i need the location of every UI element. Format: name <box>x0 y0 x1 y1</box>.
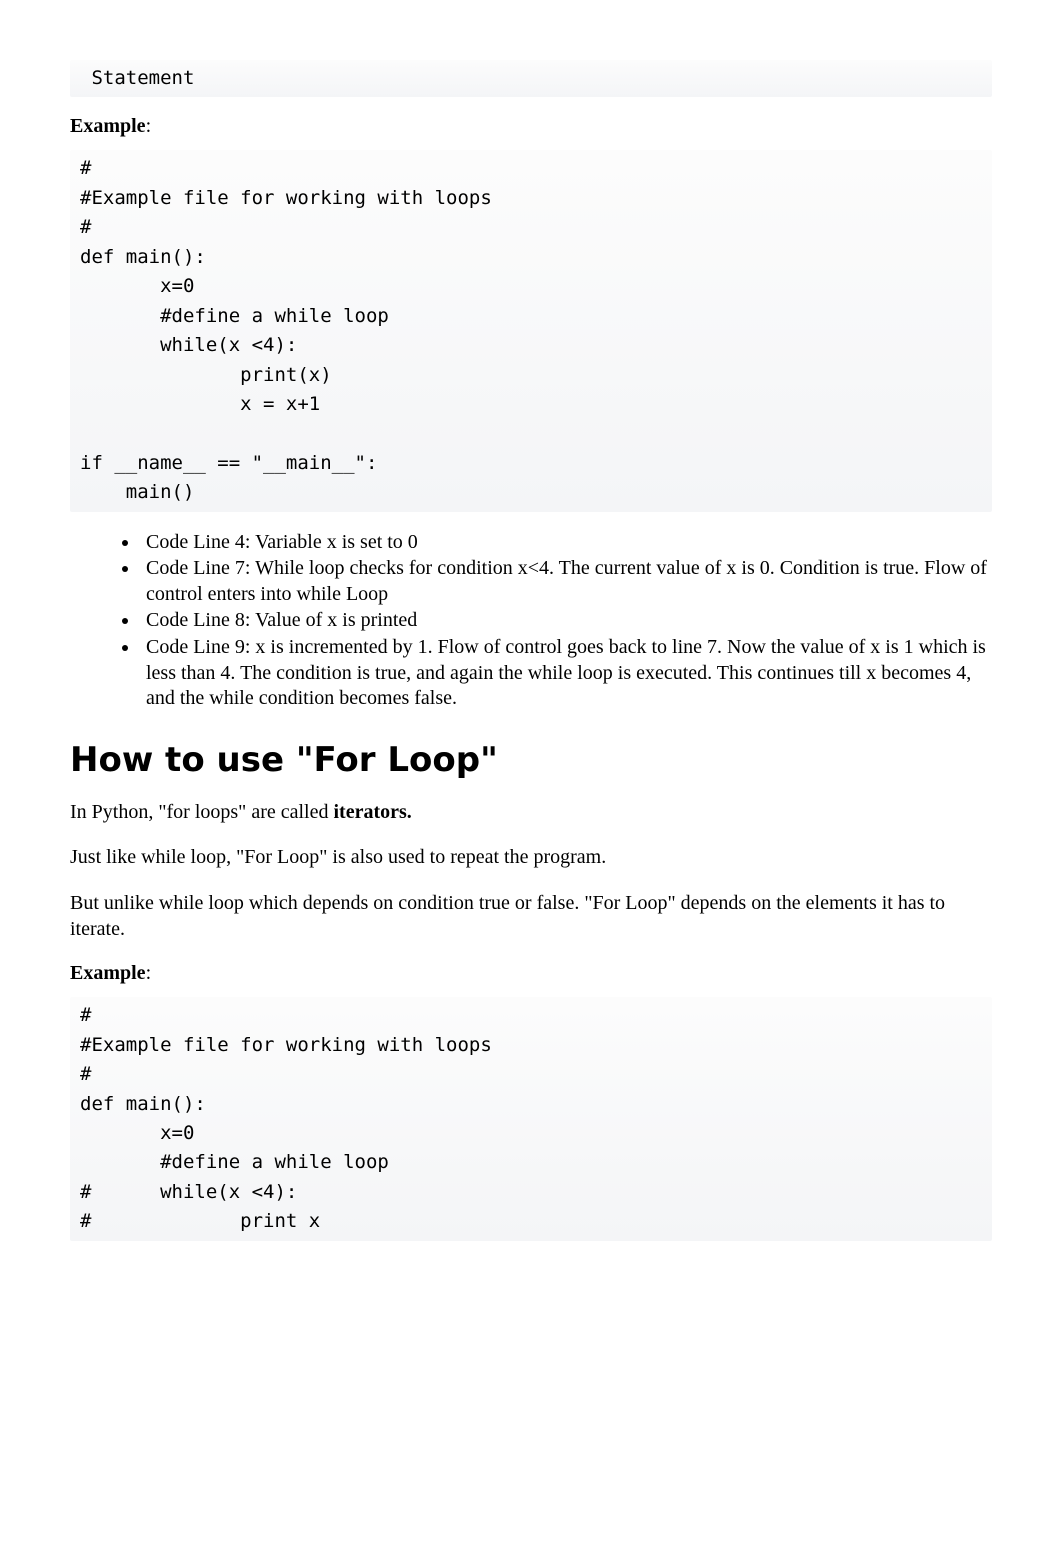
example-label-1-bold: Example <box>70 115 146 137</box>
code-block-for-loop: # #Example file for working with loops #… <box>70 997 992 1241</box>
list-item: Code Line 4: Variable x is set to 0 <box>140 530 992 556</box>
code-block-while-loop: # #Example file for working with loops #… <box>70 150 992 511</box>
example-label-2-colon: : <box>146 962 152 984</box>
list-item: Code Line 7: While loop checks for condi… <box>140 556 992 607</box>
para-iterators-pre: In Python, "for loops" are called <box>70 801 334 823</box>
list-item: Code Line 8: Value of x is printed <box>140 608 992 634</box>
list-item: Code Line 9: x is incremented by 1. Flow… <box>140 635 992 712</box>
para-iterators-bold: iterators. <box>334 801 412 823</box>
code-fragment-statement: Statement <box>70 60 992 97</box>
heading-for-loop: How to use "For Loop" <box>70 740 992 780</box>
explanation-list: Code Line 4: Variable x is set to 0 Code… <box>70 530 992 712</box>
example-label-2-bold: Example <box>70 962 146 984</box>
example-label-1: Example: <box>70 115 992 138</box>
example-label-2: Example: <box>70 962 992 985</box>
example-label-1-colon: : <box>146 115 152 137</box>
para-unlike: But unlike while loop which depends on c… <box>70 891 992 942</box>
para-iterators: In Python, "for loops" are called iterat… <box>70 800 992 826</box>
para-just-like: Just like while loop, "For Loop" is also… <box>70 845 992 871</box>
